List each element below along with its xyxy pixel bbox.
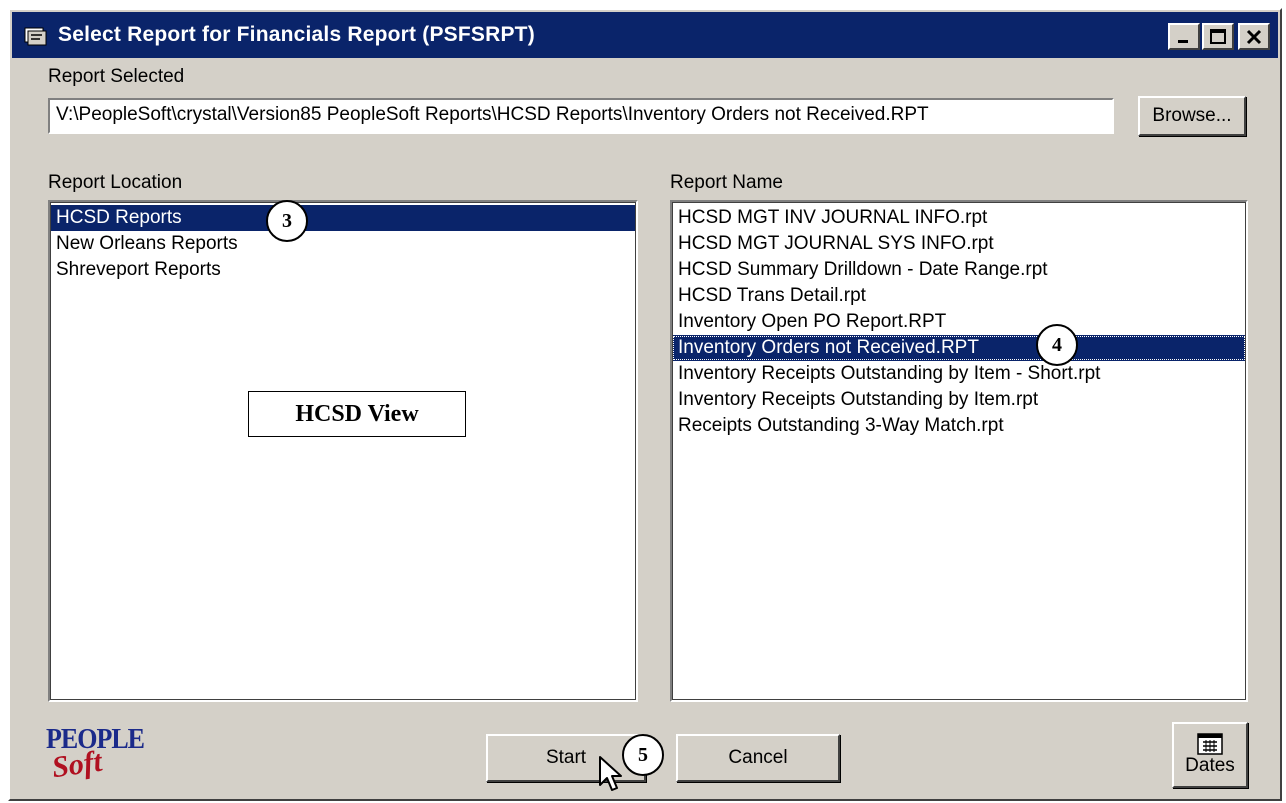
step-5-callout: 5 — [622, 734, 664, 776]
title-bar[interactable]: Select Report for Financials Report (PSF… — [12, 12, 1278, 58]
dates-label: Dates — [1185, 755, 1235, 776]
report-location-label: Report Location — [48, 172, 183, 193]
minimize-icon — [1178, 39, 1188, 43]
report-location-list[interactable]: HCSD Reports New Orleans Reports Shrevep… — [48, 200, 638, 702]
step-3-callout: 3 — [266, 200, 308, 242]
step-4-callout: 4 — [1036, 324, 1078, 366]
peoplesoft-logo: PEOPLE Soft — [46, 723, 145, 785]
report-path-field[interactable]: V:\PeopleSoft\crystal\Version85 PeopleSo… — [48, 98, 1114, 134]
maximize-icon — [1210, 28, 1226, 44]
dialog-window: Select Report for Financials Report (PSF… — [8, 8, 1282, 801]
report-item[interactable]: Inventory Open PO Report.RPT — [672, 309, 1246, 335]
location-item[interactable]: New Orleans Reports — [50, 231, 636, 257]
calendar-icon — [1197, 733, 1223, 755]
report-item[interactable]: HCSD Summary Drilldown - Date Range.rpt — [672, 257, 1246, 283]
report-item[interactable]: HCSD Trans Detail.rpt — [672, 283, 1246, 309]
close-button[interactable] — [1238, 23, 1270, 50]
window-title: Select Report for Financials Report (PSF… — [58, 23, 535, 46]
report-item[interactable]: Receipts Outstanding 3-Way Match.rpt — [672, 413, 1246, 439]
report-name-label: Report Name — [670, 172, 783, 193]
location-item[interactable]: HCSD Reports — [50, 205, 636, 231]
report-item[interactable]: HCSD MGT INV JOURNAL INFO.rpt — [672, 205, 1246, 231]
report-item[interactable]: Inventory Receipts Outstanding by Item.r… — [672, 387, 1246, 413]
mouse-pointer-icon — [599, 756, 622, 791]
report-item[interactable]: Inventory Orders not Received.RPT — [672, 335, 1246, 361]
browse-button[interactable]: Browse... — [1138, 96, 1246, 136]
dates-button[interactable]: Dates — [1172, 722, 1248, 788]
maximize-button[interactable] — [1202, 23, 1234, 50]
report-item[interactable]: Inventory Receipts Outstanding by Item -… — [672, 361, 1246, 387]
report-name-list[interactable]: HCSD MGT INV JOURNAL INFO.rpt HCSD MGT J… — [670, 200, 1248, 702]
location-item[interactable]: Shreveport Reports — [50, 257, 636, 283]
view-annotation: HCSD View — [248, 391, 466, 437]
report-item[interactable]: HCSD MGT JOURNAL SYS INFO.rpt — [672, 231, 1246, 257]
report-selected-label: Report Selected — [48, 66, 185, 87]
close-icon — [1246, 29, 1262, 44]
minimize-button[interactable] — [1168, 23, 1200, 50]
app-icon — [24, 27, 47, 46]
logo-line2: Soft — [49, 744, 104, 785]
cancel-button[interactable]: Cancel — [676, 734, 840, 782]
